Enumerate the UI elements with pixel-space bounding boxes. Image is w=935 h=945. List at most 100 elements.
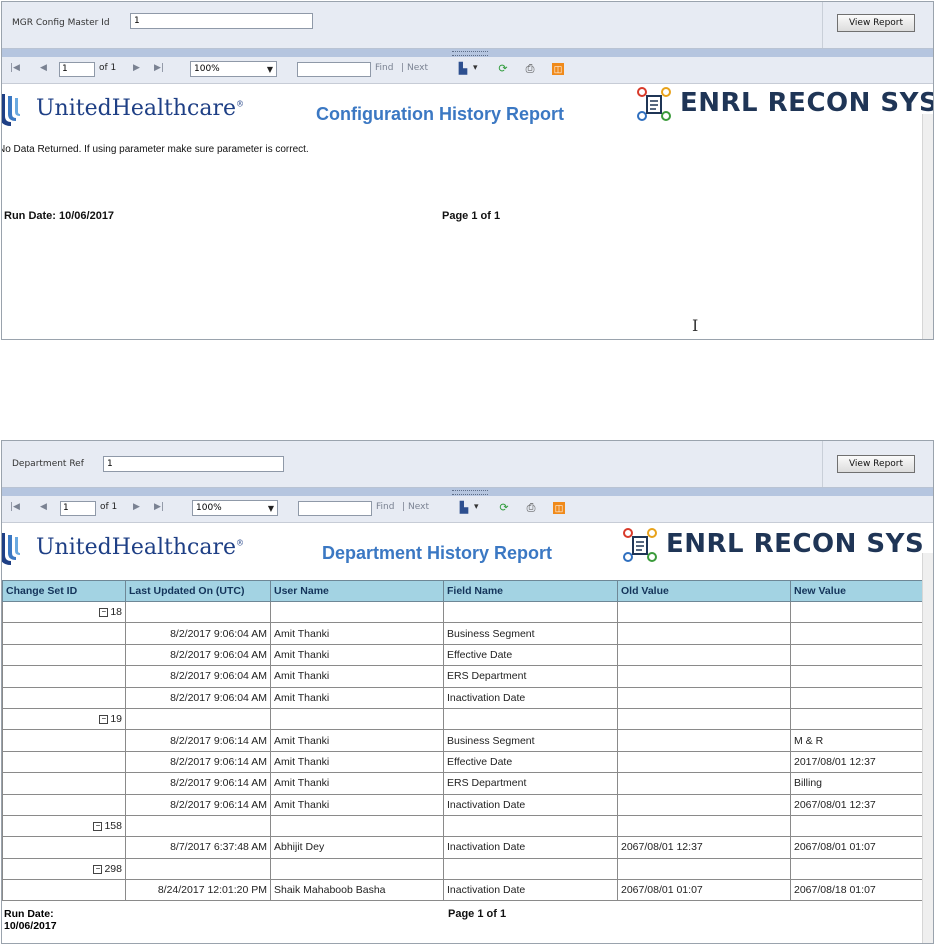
change-set-group-row: −298 xyxy=(2,857,924,881)
department-ref-input[interactable]: 1 xyxy=(103,456,284,472)
last-updated-cell: 8/2/2017 9:06:04 AM xyxy=(125,665,271,688)
text-cursor-icon: I xyxy=(692,316,699,335)
next-page-icon[interactable]: ▶ xyxy=(133,63,140,73)
print-icon[interactable]: ⎙ xyxy=(524,501,538,515)
view-report-button[interactable]: View Report xyxy=(837,455,915,473)
find-link[interactable]: Find xyxy=(376,502,394,512)
mgr-config-master-id-input[interactable]: 1 xyxy=(130,13,313,29)
chevron-down-icon: ▼ xyxy=(267,504,274,513)
last-updated-cell: 8/2/2017 9:06:04 AM xyxy=(125,622,271,645)
field-name-cell xyxy=(443,814,618,838)
last-page-icon[interactable]: ▶| xyxy=(154,63,164,73)
new-value-cell: 2067/08/01 01:07 xyxy=(790,836,924,859)
change-set-id-value: 298 xyxy=(104,862,122,875)
parameter-splitter[interactable] xyxy=(2,488,933,496)
refresh-icon[interactable]: ⟳ xyxy=(497,501,511,515)
change-set-id-cell xyxy=(2,750,126,774)
view-report-button[interactable]: View Report xyxy=(837,14,915,32)
old-value-cell xyxy=(617,707,791,731)
user-name-cell xyxy=(270,600,444,624)
col-new-value: New Value xyxy=(790,580,924,602)
find-input[interactable] xyxy=(298,501,372,516)
first-page-icon[interactable]: |◀ xyxy=(10,63,20,73)
enrl-recon-logo: ENRL RECON SYS xyxy=(622,527,932,567)
find-link[interactable]: Find xyxy=(375,63,393,73)
zoom-select[interactable]: 100% ▼ xyxy=(192,500,278,516)
data-feed-icon[interactable]: ◫ xyxy=(553,502,565,514)
app-logo-text: ENRL RECON SYS xyxy=(680,88,934,118)
report-toolbar: |◀ ◀ 1 of 1 ▶ ▶| 100% ▼ Find | Next ▙ ▾ … xyxy=(2,57,933,84)
parameter-splitter[interactable] xyxy=(2,49,933,57)
report-title: Configuration History Report xyxy=(316,104,564,124)
new-value-cell xyxy=(790,665,924,688)
unitedhealthcare-logo: UnitedHealthcare® xyxy=(2,529,282,569)
new-value-cell xyxy=(790,600,924,624)
run-date: Run Date: 10/06/2017 xyxy=(4,210,115,222)
table-row: 8/2/2017 9:06:14 AM Amit Thanki Business S… xyxy=(2,729,924,752)
export-dropdown-icon[interactable]: ▾ xyxy=(473,63,478,73)
vertical-scrollbar[interactable] xyxy=(922,114,933,339)
col-user-name: User Name xyxy=(270,580,444,602)
next-link[interactable]: Next xyxy=(408,502,429,512)
collapse-toggle-icon[interactable]: − xyxy=(93,821,103,831)
user-name-cell: Amit Thanki xyxy=(270,772,444,795)
table-header-row: Change Set ID Last Updated On (UTC) User… xyxy=(2,580,924,602)
report-title: Department History Report xyxy=(322,543,553,563)
report-body: UnitedHealthcare® Department History Rep… xyxy=(2,523,933,943)
page-number-input[interactable]: 1 xyxy=(60,501,96,516)
user-name-cell: Amit Thanki xyxy=(270,686,444,709)
page-number-input[interactable]: 1 xyxy=(59,62,95,77)
change-set-id-cell xyxy=(2,622,126,645)
change-set-group-row: −158 xyxy=(2,814,924,838)
first-page-icon[interactable]: |◀ xyxy=(10,502,20,512)
enrl-recon-logo: ENRL RECON SYS xyxy=(636,86,934,126)
new-value-cell: 2067/08/18 01:07 xyxy=(790,879,924,902)
new-value-cell: Billing xyxy=(790,772,924,795)
table-row: 8/24/2017 12:01:20 PM Shaik Mahaboob Bash… xyxy=(2,879,924,902)
last-page-icon[interactable]: ▶| xyxy=(154,502,164,512)
collapse-toggle-icon[interactable]: − xyxy=(99,714,109,724)
find-input[interactable] xyxy=(297,62,371,77)
last-updated-cell: 8/24/2017 12:01:20 PM xyxy=(125,879,271,902)
new-value-cell: 2067/08/01 12:37 xyxy=(790,793,924,816)
splitter-grip[interactable] xyxy=(452,51,488,56)
user-name-cell xyxy=(270,857,444,881)
run-date-value: 10/06/2017 xyxy=(4,920,57,932)
change-set-id-cell xyxy=(2,836,126,859)
report-toolbar: |◀ ◀ 1 of 1 ▶ ▶| 100% ▼ Find | Next ▙ ▾ … xyxy=(2,496,933,523)
parameter-bar: Department Ref 1 View Report xyxy=(2,441,933,488)
splitter-grip[interactable] xyxy=(452,490,488,495)
change-set-id-cell xyxy=(2,879,126,902)
export-icon[interactable]: ▙ xyxy=(456,62,470,76)
next-link[interactable]: Next xyxy=(407,63,428,73)
view-report-area: View Report xyxy=(822,2,933,48)
field-name-cell: Inactivation Date xyxy=(443,879,618,902)
last-updated-cell: 8/2/2017 9:06:04 AM xyxy=(125,686,271,709)
new-value-cell xyxy=(790,622,924,645)
new-value-cell xyxy=(790,857,924,881)
collapse-toggle-icon[interactable]: − xyxy=(93,864,103,874)
print-icon[interactable]: ⎙ xyxy=(523,62,537,76)
next-page-icon[interactable]: ▶ xyxy=(133,502,140,512)
old-value-cell xyxy=(617,772,791,795)
data-feed-icon[interactable]: ◫ xyxy=(552,63,564,75)
field-name-cell: Effective Date xyxy=(443,643,618,667)
recon-sys-icon xyxy=(623,528,657,562)
old-value-cell xyxy=(617,750,791,774)
field-name-cell: Inactivation Date xyxy=(443,686,618,709)
prev-page-icon[interactable]: ◀ xyxy=(40,502,47,512)
new-value-cell xyxy=(790,814,924,838)
prev-page-icon[interactable]: ◀ xyxy=(40,63,47,73)
collapse-toggle-icon[interactable]: − xyxy=(99,607,109,617)
export-dropdown-icon[interactable]: ▾ xyxy=(474,502,479,512)
last-updated-cell: 8/2/2017 9:06:14 AM xyxy=(125,772,271,795)
last-updated-cell: 8/2/2017 9:06:04 AM xyxy=(125,643,271,667)
param-label: MGR Config Master Id xyxy=(12,18,110,28)
zoom-select[interactable]: 100% ▼ xyxy=(190,61,277,77)
user-name-cell: Amit Thanki xyxy=(270,793,444,816)
change-set-id-cell xyxy=(2,686,126,709)
vertical-scrollbar[interactable] xyxy=(922,553,933,943)
refresh-icon[interactable]: ⟳ xyxy=(496,62,510,76)
field-name-cell: Inactivation Date xyxy=(443,836,618,859)
export-icon[interactable]: ▙ xyxy=(457,501,471,515)
